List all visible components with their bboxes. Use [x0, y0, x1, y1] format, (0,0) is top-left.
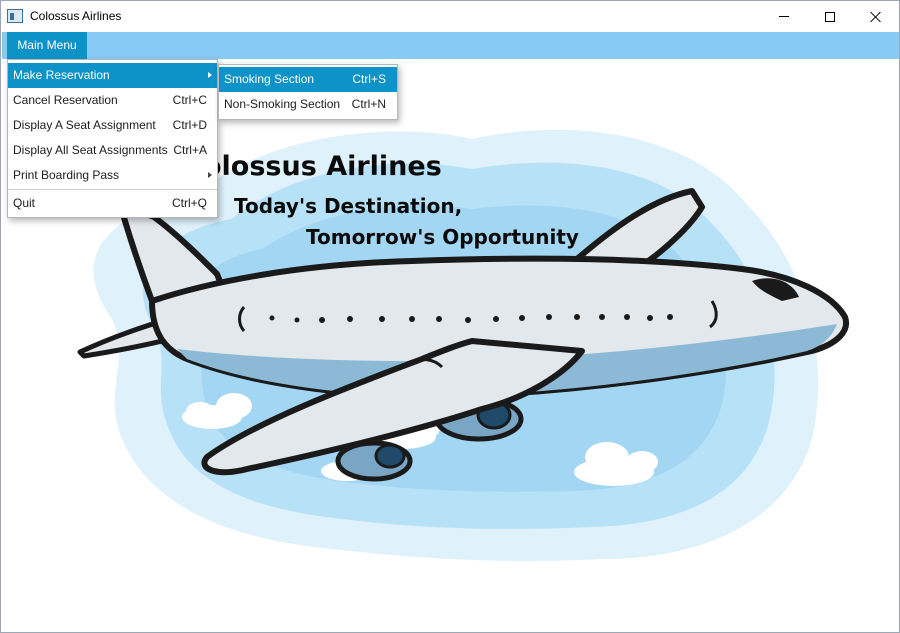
minimize-icon: [779, 16, 789, 17]
menu-item-shortcut: Ctrl+S: [352, 72, 386, 86]
window-app-icon: [7, 9, 23, 23]
menu-item-label: Display A Seat Assignment: [13, 118, 156, 132]
close-icon: [870, 11, 882, 23]
menu-bar: Main Menu: [2, 32, 899, 59]
menu-item-smoking-section[interactable]: Smoking Section Ctrl+S: [219, 67, 397, 92]
menu-item-print-boarding-pass[interactable]: Print Boarding Pass: [8, 163, 217, 188]
close-button[interactable]: [853, 1, 899, 32]
menu-item-quit[interactable]: Quit Ctrl+Q: [8, 191, 217, 216]
main-menu-button[interactable]: Main Menu: [7, 32, 87, 59]
menu-item-shortcut: Ctrl+D: [172, 118, 207, 132]
main-menu-dropdown: Make Reservation Cancel Reservation Ctrl…: [7, 59, 218, 218]
banner-tagline-1: Today's Destination,: [234, 194, 463, 218]
menu-item-make-reservation[interactable]: Make Reservation: [8, 63, 217, 88]
menu-item-label: Display All Seat Assignments: [13, 143, 168, 157]
maximize-button[interactable]: [807, 1, 853, 32]
submenu-arrow-icon: [208, 72, 212, 78]
menu-item-shortcut: Ctrl+C: [172, 93, 207, 107]
menu-item-shortcut: Ctrl+Q: [171, 196, 207, 210]
menu-item-label: Non-Smoking Section: [224, 97, 341, 111]
menu-item-label: Quit: [13, 196, 36, 210]
menu-item-label: Make Reservation: [13, 68, 110, 82]
menu-item-shortcut: Ctrl+A: [173, 143, 207, 157]
banner-tagline-2: Tomorrow's Opportunity: [306, 225, 579, 249]
menu-item-label: Print Boarding Pass: [13, 168, 120, 182]
menu-item-shortcut: Ctrl+N: [351, 97, 386, 111]
minimize-button[interactable]: [761, 1, 807, 32]
maximize-icon: [825, 11, 835, 22]
app-window: Colossus Airlines Main Menu olossus Airl…: [0, 0, 900, 633]
reservation-submenu: Smoking Section Ctrl+S Non-Smoking Secti…: [218, 64, 398, 120]
menu-item-cancel-reservation[interactable]: Cancel Reservation Ctrl+C: [8, 88, 217, 113]
menu-separator: [8, 189, 217, 190]
window-title: Colossus Airlines: [30, 9, 122, 23]
submenu-arrow-icon: [208, 172, 212, 178]
menu-item-label: Smoking Section: [224, 72, 315, 86]
menu-item-non-smoking-section[interactable]: Non-Smoking Section Ctrl+N: [219, 92, 397, 117]
menu-item-display-all-seat-assignments[interactable]: Display All Seat Assignments Ctrl+A: [8, 138, 217, 163]
menu-item-label: Cancel Reservation: [13, 93, 118, 107]
menu-item-display-seat-assignment[interactable]: Display A Seat Assignment Ctrl+D: [8, 113, 217, 138]
title-bar[interactable]: Colossus Airlines: [1, 1, 899, 32]
banner-title: olossus Airlines: [203, 151, 442, 182]
